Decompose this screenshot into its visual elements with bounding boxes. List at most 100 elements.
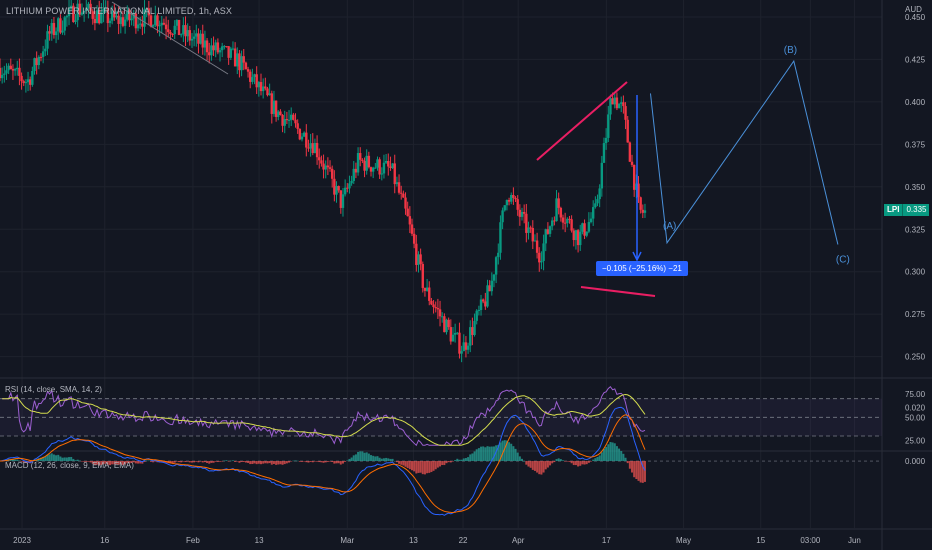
candle-body [74,20,77,23]
measure-label[interactable]: −0.105 (−25.16%) −21 [596,261,688,276]
macd-histogram-bar [219,461,222,462]
macd-histogram-bar [605,446,608,462]
macd-histogram-bar [475,449,478,462]
macd-histogram-bar [346,460,349,462]
candle-body [57,18,60,32]
macd-histogram-bar [292,460,295,462]
candle-body [315,142,319,158]
macd-histogram-bar [546,461,549,468]
rsi-tick-label: 75.00 [905,390,926,399]
candle-body [65,16,69,18]
candle-body [505,199,509,206]
candle-body [255,74,258,88]
candle-body [339,190,343,208]
candlestick-series [0,0,647,363]
macd-histogram-bar [561,460,564,462]
candle-body [9,65,12,70]
macd-histogram-bar [357,451,360,462]
candle-body [572,230,575,241]
price-tick-label: 0.275 [905,310,926,319]
rsi-tick-label: 50.00 [905,413,926,422]
macd-histogram-bar [229,460,232,462]
candle-body [7,65,10,71]
candle-body [197,33,200,44]
candle-body [434,307,437,309]
candle-body [229,48,233,58]
macd-histogram-bar [244,461,247,463]
price-tick-label: 0.250 [905,353,926,362]
candle-body [63,17,66,31]
price-tick-label: 0.425 [905,55,926,64]
macd-title[interactable]: MACD (12, 26, close, 9, EMA, EMA) [5,461,134,470]
macd-histogram-bar [454,460,457,462]
macd-histogram-bar [188,461,191,463]
macd-histogram-bar [585,461,588,465]
candle-body [589,218,593,223]
macd-histogram-bar [294,460,297,462]
candle-body [35,58,38,66]
candle-body [527,227,530,233]
candle-body [3,73,6,75]
candle-body [380,173,384,175]
candle-body [641,209,645,213]
time-tick-label: Feb [186,536,200,545]
macd-histogram-bar [260,461,263,465]
candle-body [490,280,494,292]
macd-histogram-bar [488,446,491,462]
candle-body [404,197,407,209]
candle-body [451,334,455,342]
candle-body [227,46,230,58]
candle-body [387,160,390,167]
rsi-title[interactable]: RSI (14, close, SMA, 14, 2) [5,385,102,394]
candle-body [348,183,351,189]
macd-histogram-bar [149,461,152,462]
candle-body [544,229,547,244]
macd-histogram-bar [449,461,452,463]
candle-body [20,75,23,82]
candle-body [44,48,47,52]
candle-body [512,195,515,198]
macd-histogram-bar [508,442,511,462]
candle-body [139,23,142,25]
candle-body [553,220,556,222]
candle-body [156,15,159,27]
candle-body [563,222,567,224]
macd-histogram-bar [359,451,362,462]
candle-body [540,260,543,263]
candle-body [93,18,97,24]
candle-body [378,159,381,175]
macd-histogram-bar [445,461,448,464]
candle-body [307,147,310,149]
candle-body [522,212,526,214]
candle-body [609,98,612,115]
macd-histogram-bar [195,461,198,462]
candle-body [39,56,43,58]
macd-histogram-bar [212,461,215,463]
chart-grid [0,0,932,550]
candle-body [175,19,179,26]
candle-body [130,18,133,21]
price-chart[interactable]: (A)(B)(C) AUD0.4500.4250.4000.3750.3500.… [0,0,932,550]
candle-body [566,218,569,224]
candle-body [449,327,453,342]
candle-body [471,327,474,335]
candle-body [576,230,580,246]
macd-histogram-bar [583,461,586,465]
time-tick-label: 17 [602,536,611,545]
macd-histogram-bar [406,461,409,468]
candle-body [384,160,388,163]
macd-histogram-bar [456,458,459,462]
candle-body [456,332,459,334]
candle-body [583,223,586,236]
macd-histogram-bar [451,461,454,462]
candle-body [604,137,608,144]
time-tick-label: 13 [409,536,418,545]
candle-body [561,217,565,223]
macd-histogram-bar [477,448,480,462]
candle-body [298,128,302,140]
chart-title[interactable]: LITHIUM POWER INTERNATIONAL LIMITED, 1h,… [6,6,232,16]
macd-histogram-bar [581,461,584,465]
time-tick-label: 13 [255,536,264,545]
candle-body [484,301,487,307]
macd-histogram-bar [590,461,593,462]
